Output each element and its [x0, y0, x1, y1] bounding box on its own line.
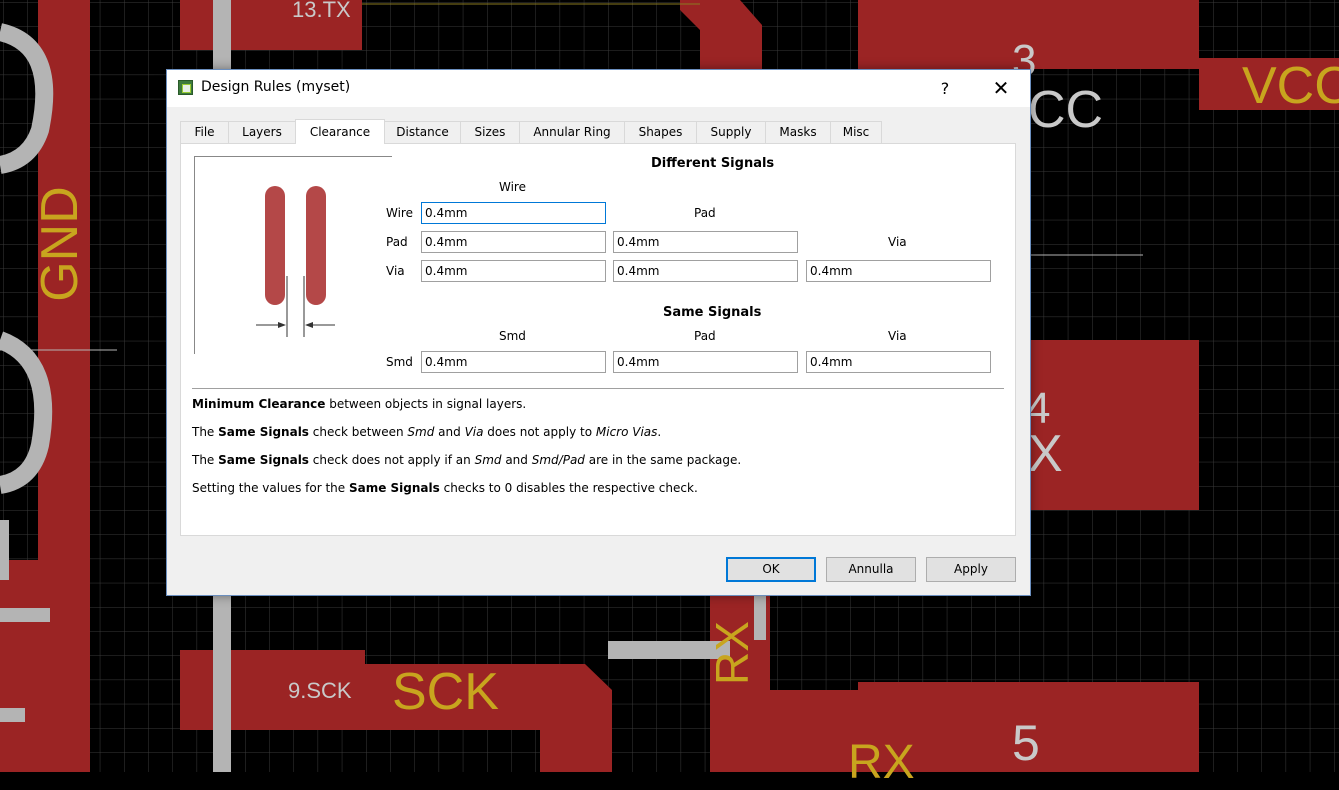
pcb-label-gnd: GND [30, 186, 89, 302]
same-row-smd: Smd [386, 355, 413, 369]
pcb-label-9sck: 9.SCK [288, 678, 352, 703]
tab-supply[interactable]: Supply [696, 121, 766, 143]
cancel-button[interactable]: Annulla [826, 557, 916, 582]
tab-distance[interactable]: Distance [384, 121, 461, 143]
smd-smd-input[interactable] [421, 351, 606, 373]
clearance-panel: Different Signals Wire Wire Pad Pad Via … [180, 143, 1016, 536]
same-signals-heading: Same Signals [663, 305, 762, 320]
same-col-via: Via [888, 329, 907, 343]
pad-wire-input[interactable] [421, 231, 606, 253]
diff-col-pad: Pad [694, 206, 716, 220]
apply-button[interactable]: Apply [926, 557, 1016, 582]
note-micro-vias: The Same Signals check between Smd and V… [192, 425, 662, 439]
tab-file[interactable]: File [180, 121, 229, 143]
wire-wire-input[interactable] [421, 202, 606, 224]
dialog-title: Design Rules (myset) [201, 79, 351, 95]
close-button[interactable]: ✕ [978, 70, 1024, 107]
diff-row-wire: Wire [386, 206, 413, 220]
tab-misc[interactable]: Misc [830, 121, 882, 143]
tab-clearance[interactable]: Clearance [295, 119, 385, 144]
pcb-label-rx-vertical: RX [705, 621, 758, 685]
same-col-smd: Smd [499, 329, 526, 343]
tab-shapes[interactable]: Shapes [624, 121, 697, 143]
tab-layers[interactable]: Layers [228, 121, 296, 143]
pad-pad-input[interactable] [613, 231, 798, 253]
via-pad-input[interactable] [613, 260, 798, 282]
via-wire-input[interactable] [421, 260, 606, 282]
smd-via-input[interactable] [806, 351, 991, 373]
pcb-label-rx-bottom: RX [848, 736, 915, 789]
pcb-label-13tx: 13.TX [292, 0, 351, 22]
tab-masks[interactable]: Masks [765, 121, 831, 143]
pcb-label-cc: CC [1028, 81, 1104, 139]
diff-col-via: Via [888, 235, 907, 249]
help-button[interactable]: ? [922, 70, 968, 107]
pcb-label-pin5: 5 [1012, 715, 1040, 771]
pcb-label-vcc: VCC [1242, 57, 1339, 115]
eagle-app-icon [178, 80, 193, 95]
smd-pad-input[interactable] [613, 351, 798, 373]
pcb-label-sck: SCK [392, 663, 499, 721]
note-zero-disables: Setting the values for the Same Signals … [192, 481, 698, 495]
different-signals-heading: Different Signals [651, 156, 775, 171]
separator [192, 388, 1004, 389]
clearance-illustration [194, 156, 392, 354]
note-same-package: The Same Signals check does not apply if… [192, 453, 742, 467]
dialog-titlebar[interactable]: Design Rules (myset) ? ✕ [167, 70, 1030, 107]
diff-col-wire: Wire [499, 180, 526, 194]
ok-button[interactable]: OK [726, 557, 816, 582]
pcb-label-x: X [1028, 425, 1063, 483]
via-via-input[interactable] [806, 260, 991, 282]
tab-annular-ring[interactable]: Annular Ring [519, 121, 625, 143]
same-col-pad: Pad [694, 329, 716, 343]
note-minimum-clearance: Minimum Clearance between objects in sig… [192, 397, 527, 411]
diff-row-via: Via [386, 264, 405, 278]
design-rules-dialog: Design Rules (myset) ? ✕ File Layers Cle… [166, 69, 1031, 596]
tab-sizes[interactable]: Sizes [460, 121, 520, 143]
diff-row-pad: Pad [386, 235, 408, 249]
